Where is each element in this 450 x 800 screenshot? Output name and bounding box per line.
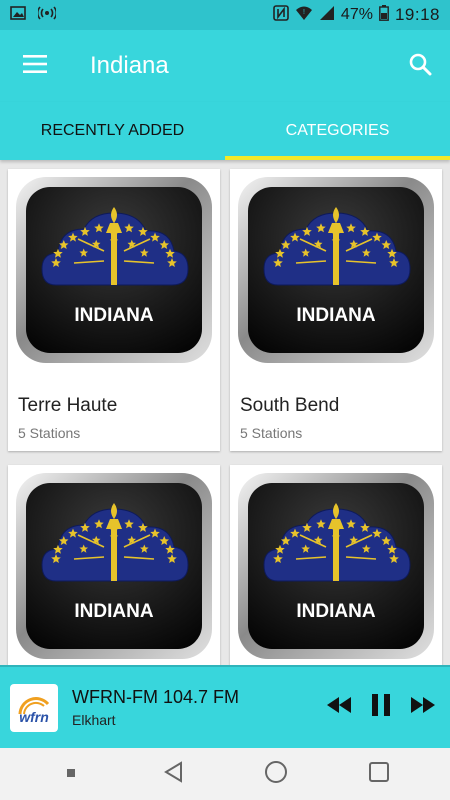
indiana-thumbnail: INDIANA (238, 177, 434, 363)
station-count: 5 Stations (240, 425, 303, 441)
category-name: South Bend (240, 395, 340, 416)
mini-player[interactable]: wfrn WFRN-FM 104.7 FM Elkhart (0, 665, 450, 748)
station-city: Elkhart (72, 712, 116, 728)
indiana-label: INDIANA (296, 601, 375, 622)
indiana-thumbnail: INDIANA (16, 473, 212, 659)
overview-square-icon (368, 761, 390, 788)
pause-button[interactable] (366, 693, 396, 723)
rewind-button[interactable] (324, 693, 354, 723)
back-triangle-icon (163, 760, 185, 788)
tab-categories[interactable]: CATEGORIES (225, 102, 450, 160)
wifi-icon: ! (295, 5, 313, 26)
app-bar: Indiana (0, 30, 450, 102)
pause-icon (370, 693, 392, 722)
signal-icon (319, 5, 335, 26)
category-card[interactable]: INDIANA South Bend 5 Stations (230, 169, 442, 451)
image-icon (10, 5, 26, 25)
home-circle-icon (264, 760, 288, 789)
menu-button[interactable] (0, 30, 70, 102)
station-name: WFRN-FM 104.7 FM (72, 687, 240, 707)
category-card[interactable]: INDIANA (230, 465, 442, 665)
status-bar: ! 47% 19:18 (0, 0, 450, 30)
dot-icon (66, 765, 76, 783)
tab-bar: RECENTLY ADDED CATEGORIES (0, 102, 450, 160)
station-logo-text: wfrn (19, 709, 49, 725)
tab-recently-added[interactable]: RECENTLY ADDED (0, 102, 225, 160)
category-name: Terre Haute (18, 395, 118, 416)
indiana-thumbnail: INDIANA (238, 473, 434, 659)
page-title: Indiana (90, 52, 169, 79)
overview-button[interactable] (359, 754, 399, 794)
system-nav-bar (0, 748, 450, 800)
rewind-icon (326, 696, 352, 719)
search-icon (408, 52, 432, 81)
station-count: 5 Stations (18, 425, 81, 441)
indiana-label: INDIANA (74, 601, 153, 622)
battery-icon (379, 4, 389, 26)
indiana-thumbnail: INDIANA (16, 177, 212, 363)
nfc-icon (273, 4, 289, 26)
fast-forward-icon (410, 696, 436, 719)
clock: 19:18 (394, 5, 440, 24)
search-button[interactable] (390, 30, 450, 102)
hamburger-menu-icon (23, 54, 47, 78)
home-button[interactable] (256, 754, 296, 794)
back-button[interactable] (154, 754, 194, 794)
fast-forward-button[interactable] (408, 693, 438, 723)
svg-text:!: ! (303, 9, 305, 16)
indiana-label: INDIANA (74, 305, 153, 326)
indiana-label: INDIANA (296, 305, 375, 326)
station-logo: wfrn (10, 683, 58, 732)
category-grid: INDIANA Terre Haute 5 Stations INDIANA S… (0, 160, 450, 665)
category-card[interactable]: INDIANA (8, 465, 220, 665)
broadcast-icon (36, 5, 58, 25)
recents-dot-button[interactable] (51, 754, 91, 794)
category-card[interactable]: INDIANA Terre Haute 5 Stations (8, 169, 220, 451)
battery-text: 47% (340, 6, 373, 23)
